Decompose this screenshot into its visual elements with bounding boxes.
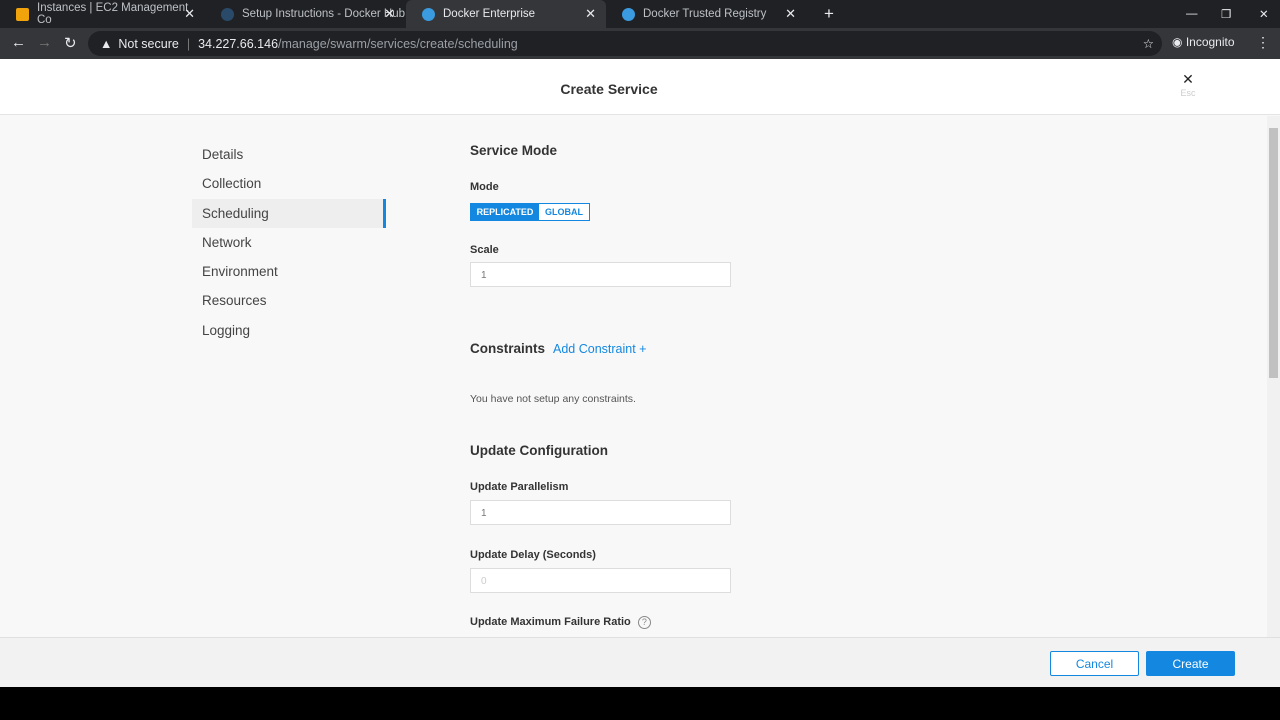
browser-tab-bar: Instances | EC2 Management Co ✕ Setup Ins… — [0, 0, 1280, 28]
close-tab-icon[interactable]: ✕ — [184, 6, 195, 22]
mode-global-button[interactable]: GLOBAL — [539, 204, 589, 220]
close-tab-icon[interactable]: ✕ — [585, 6, 596, 22]
update-failure-ratio-label: Update Maximum Failure Ratio ? — [470, 616, 651, 629]
tab-ec2[interactable]: Instances | EC2 Management Co ✕ — [0, 0, 205, 28]
scale-input[interactable]: 1 — [470, 262, 731, 287]
sidebar-nav: Details Collection Scheduling Network En… — [192, 140, 386, 345]
service-mode-heading: Service Mode — [470, 143, 558, 158]
add-constraint-link[interactable]: Add Constraint + — [553, 342, 646, 356]
update-delay-input[interactable]: 0 — [470, 568, 731, 593]
tab-docker-trusted-registry[interactable]: Docker Trusted Registry ✕ — [606, 0, 806, 28]
bookmark-star-icon[interactable]: ☆ — [1143, 36, 1154, 51]
sidebar-item-environment[interactable]: Environment — [192, 257, 386, 286]
constraints-empty-text: You have not setup any constraints. — [470, 393, 636, 405]
menu-icon[interactable]: ⋮ — [1256, 34, 1270, 51]
sidebar-item-resources[interactable]: Resources — [192, 286, 386, 315]
scrollbar-thumb[interactable] — [1269, 128, 1278, 378]
help-icon[interactable]: ? — [637, 616, 651, 629]
new-tab-button[interactable]: + — [808, 0, 834, 28]
close-tab-icon[interactable]: ✕ — [785, 6, 796, 22]
forward-icon[interactable]: → — [37, 34, 52, 51]
address-bar-row: ← → ↻ ▲ Not secure | 34.227.66.146/manag… — [0, 28, 1280, 59]
aws-icon — [16, 7, 29, 21]
sidebar-item-collection[interactable]: Collection — [192, 169, 386, 198]
constraints-header: Constraints Add Constraint + — [470, 341, 646, 356]
reload-icon[interactable]: ↻ — [64, 34, 77, 52]
maximize-button[interactable]: ❐ — [1205, 0, 1231, 28]
close-button[interactable]: ✕ Esc — [1178, 71, 1198, 98]
close-tab-icon[interactable]: ✕ — [384, 6, 395, 22]
close-icon: ✕ — [1182, 71, 1194, 87]
mode-replicated-button[interactable]: REPLICATED — [471, 204, 539, 220]
mode-toggle: REPLICATED GLOBAL — [470, 203, 590, 221]
cancel-button[interactable]: Cancel — [1050, 651, 1139, 676]
update-configuration-heading: Update Configuration — [470, 443, 608, 458]
sidebar-item-logging[interactable]: Logging — [192, 316, 386, 345]
url-input[interactable]: ▲ Not secure | 34.227.66.146/manage/swar… — [88, 31, 1162, 56]
close-window-button[interactable]: ✕ — [1243, 0, 1269, 28]
back-icon[interactable]: ← — [11, 34, 26, 51]
modal-footer: Cancel Create — [0, 637, 1280, 687]
update-delay-label: Update Delay (Seconds) — [470, 549, 596, 561]
docker-icon — [622, 7, 635, 21]
warning-icon: ▲ — [100, 36, 113, 51]
mode-label: Mode — [470, 181, 499, 193]
create-service-page: Create Service ✕ Esc Details Collection … — [0, 59, 1280, 687]
scale-label: Scale — [470, 244, 499, 256]
tab-docker-hub[interactable]: Setup Instructions - Docker Hub ✕ — [205, 0, 405, 28]
page-title: Create Service — [560, 81, 658, 97]
update-parallelism-input[interactable]: 1 — [470, 500, 731, 525]
docker-icon — [221, 7, 234, 21]
constraints-heading: Constraints — [470, 341, 546, 356]
minimize-button[interactable]: — — [1170, 0, 1198, 28]
docker-icon — [422, 7, 435, 21]
create-button[interactable]: Create — [1146, 651, 1235, 676]
sidebar-item-details[interactable]: Details — [192, 140, 386, 169]
scrollbar[interactable] — [1267, 116, 1280, 637]
tab-docker-enterprise[interactable]: Docker Enterprise ✕ — [406, 0, 606, 28]
sidebar-item-scheduling[interactable]: Scheduling — [192, 198, 386, 228]
incognito-profile[interactable]: ◉ Incognito — [1172, 35, 1235, 49]
modal-header: Create Service ✕ Esc — [0, 59, 1280, 115]
sidebar-item-network[interactable]: Network — [192, 228, 386, 257]
update-parallelism-label: Update Parallelism — [470, 481, 569, 493]
